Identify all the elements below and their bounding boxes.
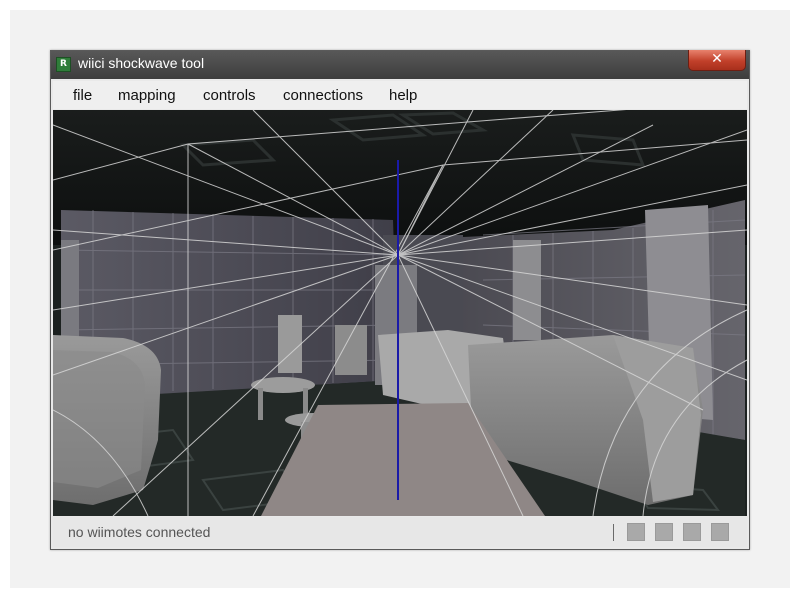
menu-mapping[interactable]: mapping xyxy=(118,87,176,104)
status-separator xyxy=(613,524,614,541)
small-cabinet xyxy=(335,325,367,375)
menu-connections[interactable]: connections xyxy=(283,87,363,104)
menu-bar: file mapping controls connections help xyxy=(53,81,747,109)
wiimote-indicator-1 xyxy=(627,523,645,541)
wiimote-indicator-4 xyxy=(711,523,729,541)
cabinet xyxy=(278,315,302,373)
window-title: wiici shockwave tool xyxy=(78,55,205,71)
status-text: no wiimotes connected xyxy=(68,524,211,540)
app-window: R wiici shockwave tool ✕ file mapping co… xyxy=(50,50,750,550)
wiimote-indicator-2 xyxy=(655,523,673,541)
menu-controls[interactable]: controls xyxy=(203,87,256,104)
table-leg xyxy=(303,388,308,414)
menu-help[interactable]: help xyxy=(389,87,417,104)
close-icon: ✕ xyxy=(711,51,723,67)
3d-viewport[interactable] xyxy=(53,110,747,516)
table-leg xyxy=(258,388,263,420)
title-bar[interactable]: R wiici shockwave tool ✕ xyxy=(51,50,749,79)
menu-file[interactable]: file xyxy=(73,87,92,104)
app-icon: R xyxy=(56,57,71,72)
status-bar: no wiimotes connected xyxy=(53,517,747,547)
3d-scene xyxy=(53,110,747,516)
close-button[interactable]: ✕ xyxy=(688,50,746,71)
wiimote-indicator-3 xyxy=(683,523,701,541)
